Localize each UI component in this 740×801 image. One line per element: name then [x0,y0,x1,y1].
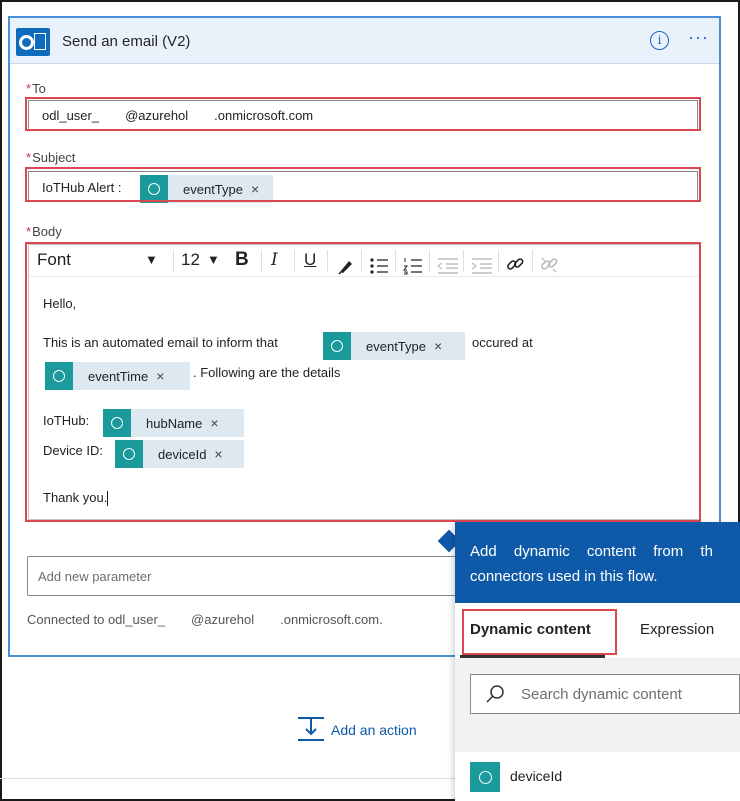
body-label: *Body [26,224,62,239]
search-icon [486,685,504,703]
dynamic-content-icon [115,440,143,468]
add-action-label: Add an action [331,722,417,738]
dynamic-content-item-deviceid[interactable]: deviceId [455,752,740,801]
dynamic-content-panel: Add dynamic content from th connectors u… [455,522,740,801]
divider [0,778,455,779]
more-options-icon[interactable]: ··· [688,27,709,48]
tab-dynamic-content[interactable]: Dynamic content [470,621,591,638]
tab-expression[interactable]: Expression [640,621,714,638]
search-area: Search dynamic content [455,658,740,752]
dynamic-content-icon [103,409,131,437]
to-value: odl_user_ @azurehol .onmicrosoft.com [42,108,314,123]
outlook-icon [16,28,50,56]
subject-prefix: IoTHub Alert : [42,180,122,195]
body-text-details: . Following are the details [193,365,341,380]
body-text-iothub-label: IoTHub: [43,413,90,428]
card-header[interactable]: Send an email (V2) i ··· [10,18,719,64]
bold-button[interactable]: B [235,245,249,275]
body-text-device-label: Device ID: [43,443,103,458]
body-text-line1: This is an automated email to inform tha… [43,335,278,350]
info-icon[interactable]: i [650,31,669,50]
add-action-icon [298,717,324,741]
font-dropdown[interactable]: Font ▼ [37,245,167,275]
remove-token-icon[interactable]: × [434,338,450,354]
subject-eventtype-token[interactable]: eventType × [140,175,273,203]
card-title: Send an email (V2) [62,33,191,50]
search-dynamic-content-input[interactable]: Search dynamic content [470,674,740,714]
body-editor[interactable]: Font ▼ 12 ▼ B I U Hello, This is an auto… [28,244,700,520]
body-hubname-token[interactable]: hubName × [103,409,244,437]
unlink-icon[interactable] [539,250,559,280]
font-color-icon[interactable] [337,251,355,281]
add-new-parameter-dropdown[interactable]: Add new parameter [27,556,467,596]
underline-button[interactable]: U [304,245,316,275]
remove-token-icon[interactable]: × [251,181,267,197]
remove-token-icon[interactable]: × [210,415,226,431]
panel-header: Add dynamic content from th connectors u… [455,522,740,603]
rich-text-toolbar: Font ▼ 12 ▼ B I U [29,245,699,277]
panel-tabs: Dynamic content Expression [455,603,740,658]
body-text-hello: Hello, [43,296,77,311]
decrease-indent-icon[interactable] [437,251,459,281]
numbered-list-icon[interactable] [403,251,423,281]
to-field[interactable]: odl_user_ @azurehol .onmicrosoft.com [28,100,698,130]
body-eventtype-token[interactable]: eventType × [323,332,465,360]
remove-token-icon[interactable]: × [156,368,172,384]
body-text-occured: occured at [472,335,533,350]
subject-label: *Subject [26,150,76,165]
item-label: deviceId [510,768,563,784]
increase-indent-icon[interactable] [471,251,493,281]
panel-header-line2: connectors used in this flow. [470,568,658,585]
to-label: *To [26,81,46,96]
dynamic-content-icon [470,762,500,792]
connection-info: Connected to odl_user_ @azurehol .onmicr… [27,612,383,627]
body-eventtime-token[interactable]: eventTime × [45,362,190,390]
bulleted-list-icon[interactable] [369,251,389,281]
link-icon[interactable] [505,250,525,280]
dynamic-content-icon [323,332,351,360]
font-size-dropdown[interactable]: 12 ▼ [181,245,225,275]
search-placeholder: Search dynamic content [521,686,682,703]
dynamic-content-icon [45,362,73,390]
subject-field[interactable]: IoTHub Alert : eventType × [28,171,698,203]
body-text-thanks: Thank you. [43,490,109,507]
dynamic-content-icon [140,175,168,203]
body-deviceid-token[interactable]: deviceId × [115,440,244,468]
panel-header-line1: Add dynamic content from th [470,543,713,560]
remove-token-icon[interactable]: × [214,446,230,462]
italic-button[interactable]: I [271,245,278,275]
